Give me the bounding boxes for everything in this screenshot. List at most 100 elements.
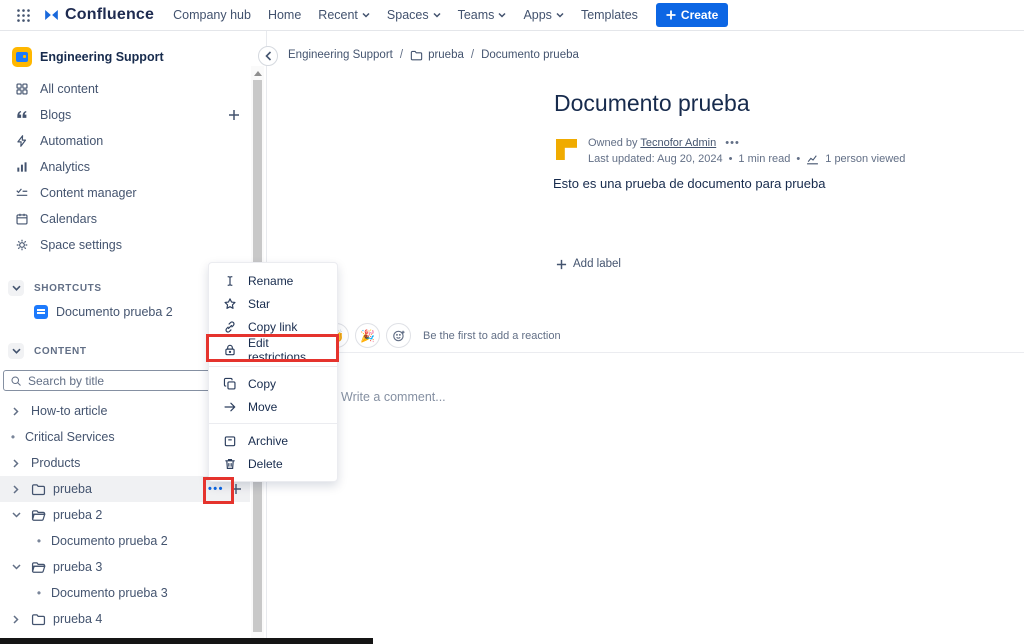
- plus-icon: [666, 10, 676, 20]
- reaction-party-button[interactable]: 🎉: [355, 323, 380, 348]
- add-child-icon[interactable]: [230, 483, 242, 495]
- search-input[interactable]: [28, 374, 208, 388]
- chevron-right-icon[interactable]: [8, 481, 24, 497]
- views-count[interactable]: 1 person viewed: [825, 152, 905, 167]
- sidebar-item-content-manager[interactable]: Content manager: [0, 180, 250, 206]
- chevron-down-icon[interactable]: [8, 559, 24, 575]
- nav-apps[interactable]: Apps: [523, 8, 564, 22]
- more-actions-icon[interactable]: •••: [208, 483, 224, 495]
- all-content-icon: [14, 81, 30, 97]
- reactions-bar: 👏 🎉 Be the first to add a reaction: [324, 323, 561, 348]
- automation-icon: [14, 133, 30, 149]
- menu-item-move[interactable]: Move: [209, 395, 337, 418]
- meta-separator: •: [796, 152, 800, 167]
- content-collapse-icon[interactable]: [8, 343, 24, 359]
- content-manager-icon: [14, 185, 30, 201]
- document-icon: [34, 305, 48, 319]
- chevron-down-icon: [498, 12, 506, 18]
- sidebar-item-calendars[interactable]: Calendars: [0, 206, 250, 232]
- confluence-logo-icon: [43, 7, 60, 23]
- comment-section-divider: [285, 352, 1024, 353]
- page-context-menu: Rename Star Copy link Edit restrictions …: [208, 262, 338, 482]
- analytics-icon: [14, 159, 30, 175]
- sidebar-item-space-settings[interactable]: Space settings: [0, 232, 250, 258]
- breadcrumb-space[interactable]: Engineering Support: [288, 49, 393, 61]
- sidebar-item-blogs[interactable]: Blogs: [0, 102, 250, 128]
- lock-icon: [222, 342, 237, 357]
- collapse-sidebar-button[interactable]: [258, 46, 278, 66]
- tree-item-prueba-4[interactable]: prueba 4: [0, 606, 250, 632]
- chevron-down-icon: [362, 12, 370, 18]
- add-reaction-icon[interactable]: [386, 323, 411, 348]
- nav-home[interactable]: Home: [268, 8, 301, 22]
- star-icon: [222, 296, 237, 311]
- plus-icon: [556, 259, 567, 270]
- last-updated[interactable]: Last updated: Aug 20, 2024: [588, 152, 723, 167]
- folder-icon: [30, 481, 46, 497]
- comment-input[interactable]: Write a comment...: [341, 390, 446, 404]
- owner-avatar[interactable]: [556, 139, 577, 160]
- confluence-app: Confluence Company hub Home Recent Space…: [0, 0, 1024, 644]
- space-nav: All content Blogs Automation Analytics C…: [0, 76, 250, 258]
- nav-teams[interactable]: Teams: [458, 8, 507, 22]
- rename-icon: [222, 273, 237, 288]
- analytics-views-icon: [806, 154, 819, 165]
- chevron-right-icon[interactable]: [8, 403, 24, 419]
- nav-templates[interactable]: Templates: [581, 8, 638, 22]
- add-blog-icon[interactable]: [228, 109, 240, 121]
- confluence-logo[interactable]: Confluence: [43, 6, 154, 24]
- menu-divider: [209, 366, 337, 367]
- breadcrumb-separator: /: [471, 49, 474, 61]
- scroll-up-icon[interactable]: [251, 68, 264, 78]
- move-icon: [222, 399, 237, 414]
- tree-item-prueba-3[interactable]: prueba 3: [0, 554, 250, 580]
- sidebar-item-analytics[interactable]: Analytics: [0, 154, 250, 180]
- sidebar-item-all-content[interactable]: All content: [0, 76, 250, 102]
- breadcrumb: Engineering Support / prueba / Documento…: [288, 48, 579, 62]
- breadcrumb-page[interactable]: Documento prueba: [481, 49, 579, 61]
- owner-link[interactable]: Tecnofor Admin: [640, 137, 716, 149]
- app-switcher-icon[interactable]: [10, 2, 36, 28]
- menu-item-rename[interactable]: Rename: [209, 269, 337, 292]
- byline: Owned by Tecnofor Admin ••• Last updated…: [556, 136, 905, 167]
- owned-by-label: Owned by: [588, 137, 638, 149]
- create-button[interactable]: Create: [656, 3, 728, 27]
- breadcrumb-folder[interactable]: prueba: [410, 48, 464, 62]
- byline-more-icon[interactable]: •••: [725, 137, 740, 149]
- space-settings-icon: [14, 237, 30, 253]
- shortcuts-collapse-icon[interactable]: [8, 280, 24, 296]
- top-navigation: Confluence Company hub Home Recent Space…: [0, 0, 1024, 31]
- breadcrumb-separator: /: [400, 49, 403, 61]
- tree-item-documento-prueba-2[interactable]: • Documento prueba 2: [0, 528, 250, 554]
- menu-item-copy[interactable]: Copy: [209, 372, 337, 395]
- sidebar-item-automation[interactable]: Automation: [0, 128, 250, 154]
- primary-nav: Company hub Home Recent Spaces Teams App…: [173, 8, 638, 22]
- folder-icon: [410, 48, 424, 62]
- archive-icon: [222, 433, 237, 448]
- chevron-down-icon[interactable]: [8, 507, 24, 523]
- menu-item-edit-restrictions[interactable]: Edit restrictions: [209, 338, 337, 361]
- page-title: Documento prueba: [554, 90, 750, 117]
- tree-item-documento-prueba-3[interactable]: • Documento prueba 3: [0, 580, 250, 606]
- menu-divider: [209, 423, 337, 424]
- space-header[interactable]: Engineering Support: [0, 43, 250, 71]
- chevron-right-icon[interactable]: [8, 455, 24, 471]
- trash-icon: [222, 456, 237, 471]
- blogs-icon: [14, 107, 30, 123]
- reaction-prompt: Be the first to add a reaction: [423, 330, 561, 342]
- menu-item-star[interactable]: Star: [209, 292, 337, 315]
- tree-item-prueba-2[interactable]: prueba 2: [0, 502, 250, 528]
- nav-company-hub[interactable]: Company hub: [173, 8, 251, 22]
- chevron-right-icon[interactable]: [8, 611, 24, 627]
- add-label-button[interactable]: Add label: [556, 258, 621, 270]
- menu-item-delete[interactable]: Delete: [209, 452, 337, 475]
- nav-spaces[interactable]: Spaces: [387, 8, 441, 22]
- nav-recent[interactable]: Recent: [318, 8, 370, 22]
- meta-separator: •: [729, 152, 733, 167]
- folder-icon: [30, 611, 46, 627]
- bullet-icon: •: [34, 586, 44, 600]
- menu-item-archive[interactable]: Archive: [209, 429, 337, 452]
- folder-open-icon: [30, 507, 46, 523]
- chevron-down-icon: [433, 12, 441, 18]
- copy-icon: [222, 376, 237, 391]
